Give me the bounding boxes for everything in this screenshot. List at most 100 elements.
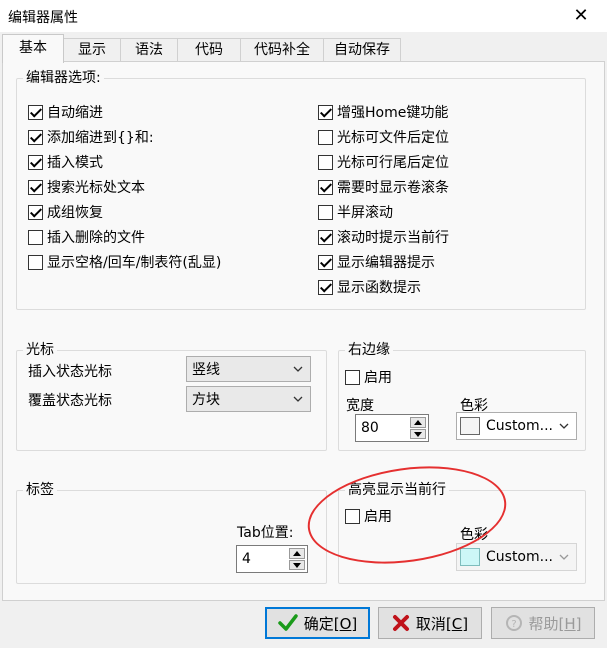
checkbox[interactable] [345, 369, 360, 385]
option-show-whitespace[interactable]: 显示空格/回车/制表符(乱显) [28, 251, 221, 273]
checkbox[interactable] [28, 104, 43, 120]
close-icon[interactable]: ✕ [569, 4, 593, 28]
option-editor-hints[interactable]: 显示编辑器提示 [318, 251, 435, 273]
cancel-text: 取消[ [415, 614, 452, 633]
insert-cursor-select[interactable]: 竖线 [186, 356, 311, 382]
ok-text: 确定[ [303, 614, 340, 633]
cursor-title: 光标 [23, 340, 57, 360]
checkbox[interactable] [28, 254, 43, 270]
help-icon: ? [505, 615, 522, 631]
option-cursor-past-eof[interactable]: 光标可文件后定位 [318, 126, 449, 148]
option-label: 滚动时提示当前行 [337, 230, 449, 246]
option-insert-dropped-files[interactable]: 插入删除的文件 [28, 226, 145, 248]
overwrite-cursor-label: 覆盖状态光标 [28, 393, 112, 409]
right-margin-enable-label: 启用 [364, 370, 392, 386]
right-margin-width-label: 宽度 [346, 398, 374, 414]
option-cursor-past-eol[interactable]: 光标可行尾后定位 [318, 151, 449, 173]
option-label: 光标可行尾后定位 [337, 155, 449, 171]
tab-position-value: 4 [242, 551, 251, 567]
checkbox[interactable] [318, 229, 333, 245]
tab-code-completion[interactable]: 代码补全 [240, 38, 324, 62]
checkbox[interactable] [318, 204, 333, 220]
cross-icon [392, 615, 409, 631]
right-margin-title: 右边缘 [345, 340, 393, 360]
right-margin-color-select[interactable]: Custom... [456, 412, 577, 440]
overwrite-cursor-select[interactable]: 方块 [186, 386, 311, 412]
right-margin-enable[interactable]: 启用 [345, 366, 392, 388]
checkbox[interactable] [318, 129, 333, 145]
tab-position-label: Tab位置: [237, 525, 294, 541]
checkbox[interactable] [318, 279, 333, 295]
tab-syntax[interactable]: 语法 [120, 38, 178, 62]
highlight-line-color-select[interactable]: Custom... [456, 543, 577, 571]
help-tail: ] [575, 614, 582, 633]
option-label: 成组恢复 [47, 205, 103, 221]
help-label: 帮助[H] [529, 613, 582, 634]
option-search-cursor-text[interactable]: 搜索光标处文本 [28, 176, 145, 198]
tab-code[interactable]: 代码 [177, 38, 241, 62]
chevron-down-icon [293, 396, 303, 402]
chevron-down-icon [559, 423, 569, 429]
checkbox[interactable] [318, 154, 333, 170]
spinner-buttons [289, 548, 305, 570]
option-label: 光标可文件后定位 [337, 130, 449, 146]
checkbox[interactable] [318, 104, 333, 120]
option-label: 显示空格/回车/制表符(乱显) [47, 255, 222, 271]
option-insert-mode[interactable]: 插入模式 [28, 151, 103, 173]
tab-autosave[interactable]: 自动保存 [323, 38, 401, 62]
option-label: 半屏滚动 [337, 205, 393, 221]
insert-cursor-value: 竖线 [192, 362, 220, 378]
spin-down-icon[interactable] [410, 428, 426, 439]
spin-up-icon[interactable] [410, 417, 426, 428]
checkbox[interactable] [28, 129, 43, 145]
spinner-buttons [410, 417, 426, 439]
cancel-tail: ] [462, 614, 469, 633]
option-enhanced-home[interactable]: 增强Home键功能 [318, 101, 448, 123]
option-label: 添加缩进到{}和: [47, 130, 154, 146]
option-group-undo[interactable]: 成组恢复 [28, 201, 103, 223]
option-function-hints[interactable]: 显示函数提示 [318, 276, 421, 298]
right-margin-color-value: Custom... [486, 418, 553, 434]
tab-display[interactable]: 显示 [63, 38, 121, 62]
option-add-indent[interactable]: 添加缩进到{}和: [28, 126, 154, 148]
labels-title: 标签 [23, 480, 57, 500]
help-button[interactable]: ? 帮助[H] [491, 607, 595, 639]
title-bar: 编辑器属性 ✕ [0, 0, 607, 32]
option-label: 需要时显示卷滚条 [337, 180, 449, 196]
chevron-down-icon [293, 366, 303, 372]
checkmark-icon [277, 614, 298, 631]
color-swatch [460, 417, 480, 435]
option-label: 显示编辑器提示 [337, 255, 435, 271]
cancel-label: 取消[C] [416, 613, 468, 634]
right-margin-width-value: 80 [361, 420, 379, 436]
checkbox[interactable] [28, 179, 43, 195]
cancel-button[interactable]: 取消[C] [378, 607, 482, 639]
ok-button[interactable]: 确定[O] [265, 607, 370, 639]
option-label: 增强Home键功能 [337, 105, 449, 121]
option-half-page-scroll[interactable]: 半屏滚动 [318, 201, 393, 223]
checkbox[interactable] [318, 179, 333, 195]
option-label: 插入删除的文件 [47, 230, 145, 246]
window-title: 编辑器属性 [8, 10, 78, 26]
checkbox[interactable] [28, 204, 43, 220]
checkbox[interactable] [318, 254, 333, 270]
spin-down-icon[interactable] [289, 559, 305, 570]
option-label: 自动缩进 [47, 105, 103, 121]
option-label: 插入模式 [47, 155, 103, 171]
cancel-key: C [451, 614, 463, 633]
option-show-scrollbars[interactable]: 需要时显示卷滚条 [318, 176, 449, 198]
option-auto-indent[interactable]: 自动缩进 [28, 101, 103, 123]
tab-position-spinner[interactable]: 4 [236, 545, 308, 573]
help-key: H [564, 614, 576, 633]
tab-basic[interactable]: 基本 [2, 34, 64, 63]
spin-up-icon[interactable] [289, 548, 305, 559]
checkbox[interactable] [28, 229, 43, 245]
option-scroll-hint[interactable]: 滚动时提示当前行 [318, 226, 449, 248]
right-margin-width-spinner[interactable]: 80 [355, 414, 429, 442]
overwrite-cursor-value: 方块 [192, 392, 220, 408]
option-label: 显示函数提示 [337, 280, 421, 296]
checkbox[interactable] [28, 154, 43, 170]
chevron-down-icon [559, 554, 569, 560]
editor-options-title: 编辑器选项: [23, 68, 104, 88]
option-label: 搜索光标处文本 [47, 180, 145, 196]
